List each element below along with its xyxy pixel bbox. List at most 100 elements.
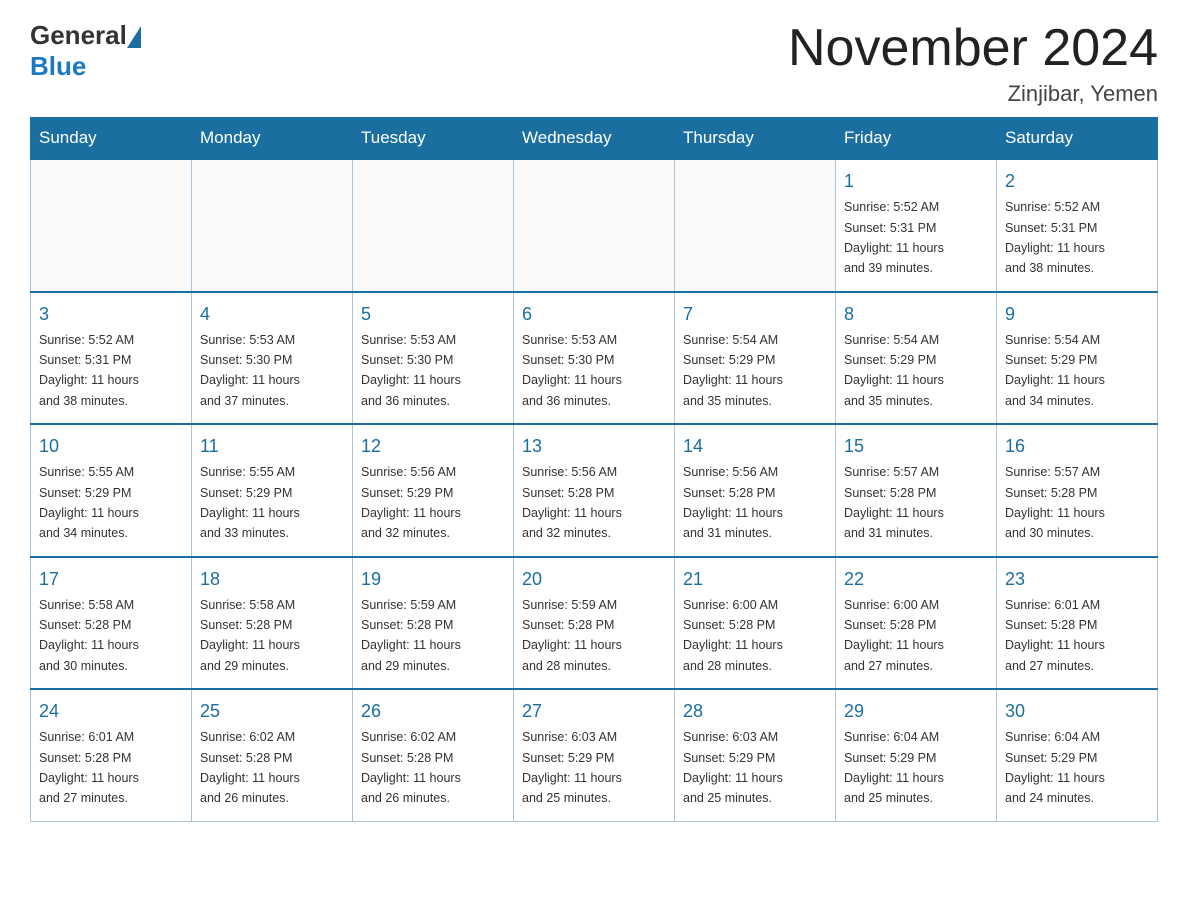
day-info: Sunrise: 6:02 AM Sunset: 5:28 PM Dayligh…: [200, 730, 300, 805]
calendar-cell: 21 Sunrise: 6:00 AM Sunset: 5:28 PM Dayli…: [675, 557, 836, 690]
day-number: 6: [522, 301, 666, 328]
calendar-cell: 27 Sunrise: 6:03 AM Sunset: 5:29 PM Dayli…: [514, 689, 675, 821]
header-tuesday: Tuesday: [353, 118, 514, 160]
calendar-cell: 8 Sunrise: 5:54 AM Sunset: 5:29 PM Daylig…: [836, 292, 997, 425]
calendar-subtitle: Zinjibar, Yemen: [788, 81, 1158, 107]
day-number: 29: [844, 698, 988, 725]
day-number: 20: [522, 566, 666, 593]
week-row-5: 24 Sunrise: 6:01 AM Sunset: 5:28 PM Dayli…: [31, 689, 1158, 821]
calendar-cell: 4Sunrise: 5:53 AM Sunset: 5:30 PM Daylig…: [192, 292, 353, 425]
day-info: Sunrise: 5:53 AM Sunset: 5:30 PM Dayligh…: [361, 333, 461, 408]
week-row-3: 10 Sunrise: 5:55 AM Sunset: 5:29 PM Dayli…: [31, 424, 1158, 557]
calendar-cell: 11 Sunrise: 5:55 AM Sunset: 5:29 PM Dayli…: [192, 424, 353, 557]
calendar-cell: 24 Sunrise: 6:01 AM Sunset: 5:28 PM Dayli…: [31, 689, 192, 821]
day-number: 21: [683, 566, 827, 593]
day-number: 9: [1005, 301, 1149, 328]
day-info: Sunrise: 6:00 AM Sunset: 5:28 PM Dayligh…: [683, 598, 783, 673]
calendar-cell: 20 Sunrise: 5:59 AM Sunset: 5:28 PM Dayli…: [514, 557, 675, 690]
calendar-cell: 14 Sunrise: 5:56 AM Sunset: 5:28 PM Dayli…: [675, 424, 836, 557]
week-row-4: 17Sunrise: 5:58 AM Sunset: 5:28 PM Dayli…: [31, 557, 1158, 690]
calendar-cell: [675, 159, 836, 292]
day-number: 30: [1005, 698, 1149, 725]
day-number: 3: [39, 301, 183, 328]
day-number: 18: [200, 566, 344, 593]
day-info: Sunrise: 5:56 AM Sunset: 5:28 PM Dayligh…: [683, 465, 783, 540]
calendar-table: SundayMondayTuesdayWednesdayThursdayFrid…: [30, 117, 1158, 822]
day-number: 11: [200, 433, 344, 460]
header-monday: Monday: [192, 118, 353, 160]
header-friday: Friday: [836, 118, 997, 160]
day-info: Sunrise: 6:00 AM Sunset: 5:28 PM Dayligh…: [844, 598, 944, 673]
day-number: 13: [522, 433, 666, 460]
calendar-cell: [192, 159, 353, 292]
calendar-cell: 18 Sunrise: 5:58 AM Sunset: 5:28 PM Dayli…: [192, 557, 353, 690]
day-info: Sunrise: 5:54 AM Sunset: 5:29 PM Dayligh…: [844, 333, 944, 408]
calendar-cell: 6Sunrise: 5:53 AM Sunset: 5:30 PM Daylig…: [514, 292, 675, 425]
calendar-cell: 9 Sunrise: 5:54 AM Sunset: 5:29 PM Daylig…: [997, 292, 1158, 425]
calendar-cell: 16Sunrise: 5:57 AM Sunset: 5:28 PM Dayli…: [997, 424, 1158, 557]
day-info: Sunrise: 5:58 AM Sunset: 5:28 PM Dayligh…: [200, 598, 300, 673]
calendar-cell: 23Sunrise: 6:01 AM Sunset: 5:28 PM Dayli…: [997, 557, 1158, 690]
header-sunday: Sunday: [31, 118, 192, 160]
calendar-cell: 28 Sunrise: 6:03 AM Sunset: 5:29 PM Dayli…: [675, 689, 836, 821]
calendar-cell: 19 Sunrise: 5:59 AM Sunset: 5:28 PM Dayli…: [353, 557, 514, 690]
calendar-cell: 3 Sunrise: 5:52 AM Sunset: 5:31 PM Daylig…: [31, 292, 192, 425]
calendar-cell: 13 Sunrise: 5:56 AM Sunset: 5:28 PM Dayli…: [514, 424, 675, 557]
week-row-2: 3 Sunrise: 5:52 AM Sunset: 5:31 PM Daylig…: [31, 292, 1158, 425]
day-info: Sunrise: 6:01 AM Sunset: 5:28 PM Dayligh…: [39, 730, 139, 805]
day-number: 7: [683, 301, 827, 328]
calendar-cell: [514, 159, 675, 292]
calendar-cell: 30 Sunrise: 6:04 AM Sunset: 5:29 PM Dayli…: [997, 689, 1158, 821]
calendar-cell: [353, 159, 514, 292]
day-number: 19: [361, 566, 505, 593]
day-number: 4: [200, 301, 344, 328]
day-number: 14: [683, 433, 827, 460]
day-number: 28: [683, 698, 827, 725]
day-info: Sunrise: 6:03 AM Sunset: 5:29 PM Dayligh…: [683, 730, 783, 805]
calendar-cell: 15Sunrise: 5:57 AM Sunset: 5:28 PM Dayli…: [836, 424, 997, 557]
day-number: 8: [844, 301, 988, 328]
calendar-cell: 25 Sunrise: 6:02 AM Sunset: 5:28 PM Dayli…: [192, 689, 353, 821]
calendar-cell: 5 Sunrise: 5:53 AM Sunset: 5:30 PM Daylig…: [353, 292, 514, 425]
calendar-cell: 10 Sunrise: 5:55 AM Sunset: 5:29 PM Dayli…: [31, 424, 192, 557]
logo-blue-text: Blue: [30, 51, 86, 82]
day-info: Sunrise: 6:04 AM Sunset: 5:29 PM Dayligh…: [1005, 730, 1105, 805]
day-info: Sunrise: 5:52 AM Sunset: 5:31 PM Dayligh…: [39, 333, 139, 408]
day-info: Sunrise: 5:56 AM Sunset: 5:29 PM Dayligh…: [361, 465, 461, 540]
header-wednesday: Wednesday: [514, 118, 675, 160]
title-area: November 2024 Zinjibar, Yemen: [788, 20, 1158, 107]
day-number: 24: [39, 698, 183, 725]
day-info: Sunrise: 5:59 AM Sunset: 5:28 PM Dayligh…: [522, 598, 622, 673]
day-number: 2: [1005, 168, 1149, 195]
day-number: 5: [361, 301, 505, 328]
day-info: Sunrise: 6:03 AM Sunset: 5:29 PM Dayligh…: [522, 730, 622, 805]
day-number: 25: [200, 698, 344, 725]
calendar-cell: 1Sunrise: 5:52 AM Sunset: 5:31 PM Daylig…: [836, 159, 997, 292]
day-info: Sunrise: 5:55 AM Sunset: 5:29 PM Dayligh…: [200, 465, 300, 540]
day-info: Sunrise: 5:54 AM Sunset: 5:29 PM Dayligh…: [683, 333, 783, 408]
day-info: Sunrise: 6:04 AM Sunset: 5:29 PM Dayligh…: [844, 730, 944, 805]
day-info: Sunrise: 5:52 AM Sunset: 5:31 PM Dayligh…: [1005, 200, 1105, 275]
calendar-cell: 12Sunrise: 5:56 AM Sunset: 5:29 PM Dayli…: [353, 424, 514, 557]
calendar-cell: 26 Sunrise: 6:02 AM Sunset: 5:28 PM Dayli…: [353, 689, 514, 821]
day-info: Sunrise: 5:55 AM Sunset: 5:29 PM Dayligh…: [39, 465, 139, 540]
calendar-cell: 2 Sunrise: 5:52 AM Sunset: 5:31 PM Daylig…: [997, 159, 1158, 292]
day-number: 27: [522, 698, 666, 725]
logo-general-text: General: [30, 20, 127, 51]
day-info: Sunrise: 5:54 AM Sunset: 5:29 PM Dayligh…: [1005, 333, 1105, 408]
header-saturday: Saturday: [997, 118, 1158, 160]
day-number: 23: [1005, 566, 1149, 593]
day-info: Sunrise: 5:57 AM Sunset: 5:28 PM Dayligh…: [1005, 465, 1105, 540]
logo-triangle-icon: [127, 26, 141, 48]
calendar-cell: [31, 159, 192, 292]
calendar-cell: 17Sunrise: 5:58 AM Sunset: 5:28 PM Dayli…: [31, 557, 192, 690]
day-info: Sunrise: 6:02 AM Sunset: 5:28 PM Dayligh…: [361, 730, 461, 805]
calendar-title: November 2024: [788, 20, 1158, 77]
calendar-header-row: SundayMondayTuesdayWednesdayThursdayFrid…: [31, 118, 1158, 160]
day-info: Sunrise: 5:56 AM Sunset: 5:28 PM Dayligh…: [522, 465, 622, 540]
calendar-cell: 7 Sunrise: 5:54 AM Sunset: 5:29 PM Daylig…: [675, 292, 836, 425]
day-number: 26: [361, 698, 505, 725]
day-number: 10: [39, 433, 183, 460]
day-number: 1: [844, 168, 988, 195]
day-info: Sunrise: 5:59 AM Sunset: 5:28 PM Dayligh…: [361, 598, 461, 673]
